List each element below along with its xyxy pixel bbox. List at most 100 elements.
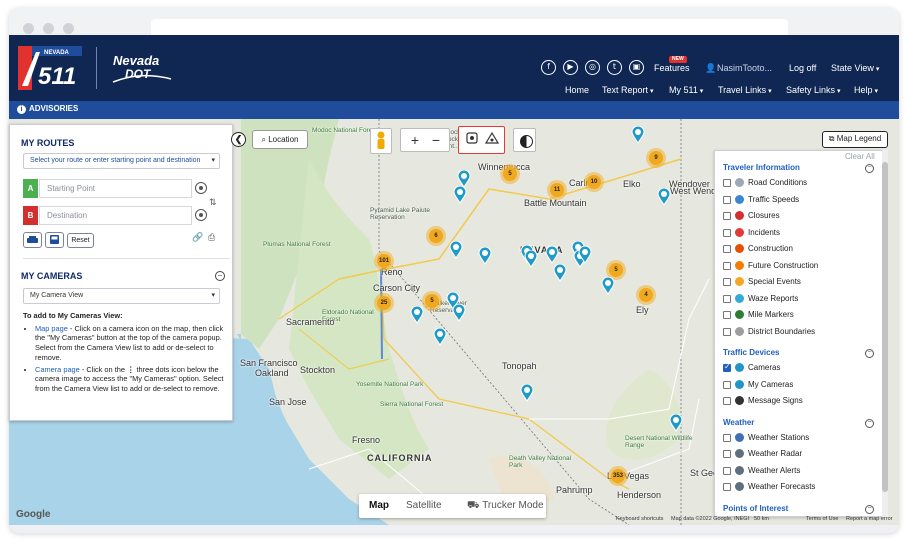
nav-help[interactable]: Help bbox=[854, 85, 878, 95]
camera-marker-icon[interactable] bbox=[578, 246, 592, 264]
legend-collapse-icon[interactable]: − bbox=[865, 349, 874, 358]
transit-mode-button[interactable] bbox=[45, 232, 64, 248]
legend-checkbox[interactable] bbox=[723, 466, 731, 475]
window-dot-close[interactable] bbox=[23, 23, 34, 34]
camera-marker-icon[interactable] bbox=[669, 414, 683, 432]
map-type-satellite[interactable]: Satellite bbox=[406, 500, 442, 511]
camera-cluster[interactable]: 6 bbox=[426, 226, 446, 246]
camera-marker-icon[interactable] bbox=[453, 186, 467, 204]
link-icon[interactable]: 🔗 bbox=[192, 232, 203, 243]
user-name[interactable]: NasimTooto... bbox=[717, 63, 772, 73]
nevada-511-logo[interactable]: 511 NEVADA bbox=[18, 46, 82, 90]
legend-checkbox[interactable] bbox=[723, 311, 731, 319]
legend-checkbox[interactable] bbox=[723, 397, 731, 405]
camera-page-link[interactable]: Camera page bbox=[35, 365, 80, 374]
clear-all-link[interactable]: Clear All bbox=[845, 152, 875, 161]
locate-start-icon[interactable] bbox=[195, 182, 207, 194]
legend-checkbox[interactable] bbox=[723, 433, 731, 442]
legend-checkbox[interactable] bbox=[723, 294, 731, 303]
car-mode-button[interactable] bbox=[23, 232, 42, 248]
facebook-icon[interactable]: f bbox=[541, 60, 556, 75]
report-error-link[interactable]: Report a map error bbox=[846, 516, 892, 522]
nevada-dot-logo[interactable]: Nevada DOT bbox=[111, 49, 173, 87]
nav-travel-links[interactable]: Travel Links bbox=[718, 85, 772, 95]
nav-home[interactable]: Home bbox=[565, 85, 589, 95]
route-select[interactable]: Select your route or enter starting poin… bbox=[23, 153, 220, 169]
legend-checkbox[interactable] bbox=[723, 212, 731, 220]
starting-point-input[interactable]: Starting Point bbox=[39, 179, 192, 198]
camera-marker-icon[interactable] bbox=[452, 304, 466, 322]
street-view-pegman[interactable] bbox=[370, 128, 392, 154]
legend-checkbox[interactable] bbox=[723, 179, 731, 187]
camera-marker-icon[interactable] bbox=[601, 277, 615, 295]
camera-marker-icon[interactable] bbox=[524, 250, 538, 268]
camera-marker-icon[interactable] bbox=[478, 247, 492, 265]
layers-tool-icon[interactable] bbox=[483, 131, 501, 149]
legend-checkbox[interactable] bbox=[723, 483, 731, 491]
legend-checkbox[interactable] bbox=[723, 362, 731, 372]
print-icon[interactable]: ⎙ bbox=[208, 232, 215, 243]
camera-cluster[interactable]: 4 bbox=[636, 285, 656, 305]
zoom-in-button[interactable]: + bbox=[405, 131, 425, 149]
legend-collapse-icon[interactable]: − bbox=[865, 504, 874, 514]
camera-marker-icon[interactable] bbox=[631, 126, 645, 144]
camera-cluster[interactable]: 9 bbox=[646, 148, 666, 168]
contrast-toggle-icon[interactable] bbox=[513, 128, 536, 152]
camera-marker-icon[interactable] bbox=[553, 264, 567, 282]
camera-marker-icon[interactable] bbox=[657, 188, 671, 206]
camera-marker-icon[interactable] bbox=[449, 241, 463, 259]
legend-collapse-icon[interactable]: − bbox=[865, 164, 874, 173]
reset-button[interactable]: Reset bbox=[67, 233, 94, 248]
legend-scroll-thumb[interactable] bbox=[882, 162, 888, 492]
legend-checkbox[interactable] bbox=[723, 278, 731, 286]
instagram-icon[interactable]: ◎ bbox=[585, 60, 600, 75]
map-type-trucker[interactable]: ⛟ Trucker Mode bbox=[467, 500, 544, 513]
collapse-panel-button[interactable]: ❮ bbox=[231, 132, 246, 147]
camera-cluster[interactable]: 5 bbox=[422, 291, 442, 311]
map-type-map[interactable]: Map bbox=[369, 500, 389, 511]
camera-cluster[interactable]: 11 bbox=[547, 180, 567, 200]
terms-link[interactable]: Terms of Use bbox=[806, 516, 838, 522]
nav-my511[interactable]: My 511 bbox=[669, 85, 703, 95]
legend-checkbox[interactable] bbox=[723, 327, 731, 336]
collapse-cameras-icon[interactable]: − bbox=[215, 271, 225, 281]
zoom-out-button[interactable]: − bbox=[426, 131, 446, 149]
window-dot-minimize[interactable] bbox=[43, 23, 54, 34]
keyboard-shortcuts-link[interactable]: Keyboard shortcuts bbox=[616, 516, 663, 522]
camera-marker-icon[interactable] bbox=[545, 246, 559, 264]
logoff-link[interactable]: Log off bbox=[789, 63, 816, 73]
legend-checkbox[interactable] bbox=[723, 380, 731, 389]
legend-checkbox[interactable] bbox=[723, 245, 731, 253]
legend-checkbox[interactable] bbox=[723, 228, 731, 237]
legend-checkbox[interactable] bbox=[723, 450, 731, 458]
location-button[interactable]: ⌕ Location bbox=[252, 130, 308, 149]
advisories-bar[interactable]: i ADVISORIES bbox=[9, 101, 899, 119]
swap-icon[interactable]: ⇅ bbox=[209, 197, 217, 208]
locate-dest-icon[interactable] bbox=[195, 209, 207, 221]
map-legend-button[interactable]: ⧉ Map Legend bbox=[822, 131, 888, 148]
legend-collapse-icon[interactable]: − bbox=[865, 418, 874, 428]
window-dot-maximize[interactable] bbox=[63, 23, 74, 34]
camera-tool-icon[interactable] bbox=[463, 131, 481, 149]
destination-input[interactable]: Destination bbox=[39, 206, 192, 225]
map-page-link[interactable]: Map page bbox=[35, 324, 68, 333]
camera-view-select[interactable]: My Camera View bbox=[23, 288, 220, 304]
camera-marker-icon[interactable] bbox=[433, 328, 447, 346]
youtube-icon[interactable]: ▶ bbox=[563, 60, 578, 75]
legend-checkbox[interactable] bbox=[723, 261, 731, 270]
nav-text-report[interactable]: Text Report bbox=[602, 85, 654, 95]
legend-scrollbar[interactable] bbox=[882, 150, 888, 517]
camera-marker-icon[interactable] bbox=[520, 384, 534, 402]
camera-cluster[interactable]: 353 bbox=[608, 466, 628, 486]
state-view-menu[interactable]: State View bbox=[831, 63, 879, 73]
twitter-icon[interactable]: t bbox=[607, 60, 622, 75]
video-icon[interactable]: ▣ bbox=[629, 60, 644, 75]
camera-cluster[interactable]: 5 bbox=[500, 164, 520, 184]
camera-cluster[interactable]: 25 bbox=[374, 293, 394, 313]
legend-checkbox[interactable] bbox=[723, 195, 731, 204]
camera-cluster[interactable]: 10 bbox=[584, 172, 604, 192]
camera-cluster[interactable]: 101 bbox=[374, 251, 394, 271]
features-link[interactable]: Features bbox=[654, 63, 690, 73]
nav-safety-links[interactable]: Safety Links bbox=[786, 85, 841, 95]
camera-marker-icon[interactable] bbox=[410, 306, 424, 324]
